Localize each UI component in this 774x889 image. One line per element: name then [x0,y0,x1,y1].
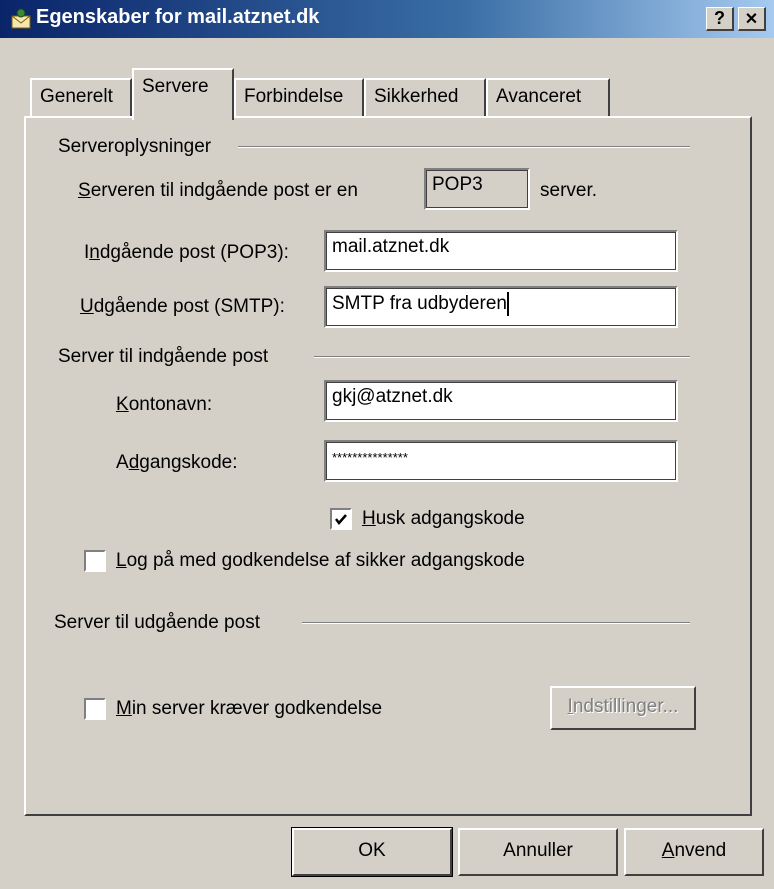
account-name-input[interactable]: gkj@atznet.dk [324,380,678,422]
text-cursor [506,292,509,316]
incoming-mail-input[interactable]: mail.atznet.dk [324,230,678,272]
close-button[interactable]: ✕ [738,7,766,31]
tab-sikkerhed[interactable]: Sikkerhed [364,78,486,116]
checkmark-icon [335,514,347,525]
separator [302,622,690,624]
close-icon: ✕ [744,11,759,28]
apply-button[interactable]: Anvend [624,828,764,876]
mail-account-icon [10,8,32,30]
server-info-group-label: Serveroplysninger [58,136,212,157]
ok-button[interactable]: OK [291,827,453,877]
cancel-button[interactable]: Annuller [458,828,618,876]
help-button[interactable]: ? [706,7,734,31]
remember-password-label[interactable]: Husk adgangskode [362,508,525,530]
incoming-mail-label: Indgående post (POP3): [84,242,289,263]
outgoing-auth-checkbox[interactable] [84,698,106,720]
outgoing-mail-label: Udgående post (SMTP): [80,296,285,317]
incoming-server-type-label: Serveren til indgående post er en [78,180,358,201]
outgoing-mail-value: SMTP fra udbyderen [332,293,507,315]
incoming-server-group-label: Server til indgående post [58,346,269,367]
spa-login-checkbox[interactable] [84,550,106,572]
spa-login-label[interactable]: Log på med godkendelse af sikker adgangs… [116,550,525,572]
outgoing-auth-label[interactable]: Min server kræver godkendelse [116,698,382,720]
title-bar[interactable]: Egenskaber for mail.atznet.dk ? ✕ [0,0,774,38]
separator [238,146,690,148]
account-name-label: Kontonavn: [116,394,213,415]
window-title: Egenskaber for mail.atznet.dk [36,6,320,28]
outgoing-mail-input[interactable]: SMTP fra udbyderen [324,286,678,328]
outgoing-server-group-label: Server til udgående post [54,612,260,633]
separator [314,356,690,358]
incoming-server-type-field: POP3 [424,168,530,210]
tab-forbindelse[interactable]: Forbindelse [234,78,364,116]
tab-servere[interactable]: Servere [132,68,234,120]
tab-generelt[interactable]: Generelt [30,78,132,116]
password-label: Adgangskode: [116,452,238,473]
server-type-suffix: server. [540,180,598,201]
properties-dialog: Egenskaber for mail.atznet.dk ? ✕ Genere… [0,0,774,889]
settings-button[interactable]: Indstillinger... [550,686,696,730]
remember-password-checkbox[interactable] [330,508,352,530]
password-input[interactable]: *************** [324,440,678,482]
tab-avanceret[interactable]: Avanceret [486,78,610,116]
